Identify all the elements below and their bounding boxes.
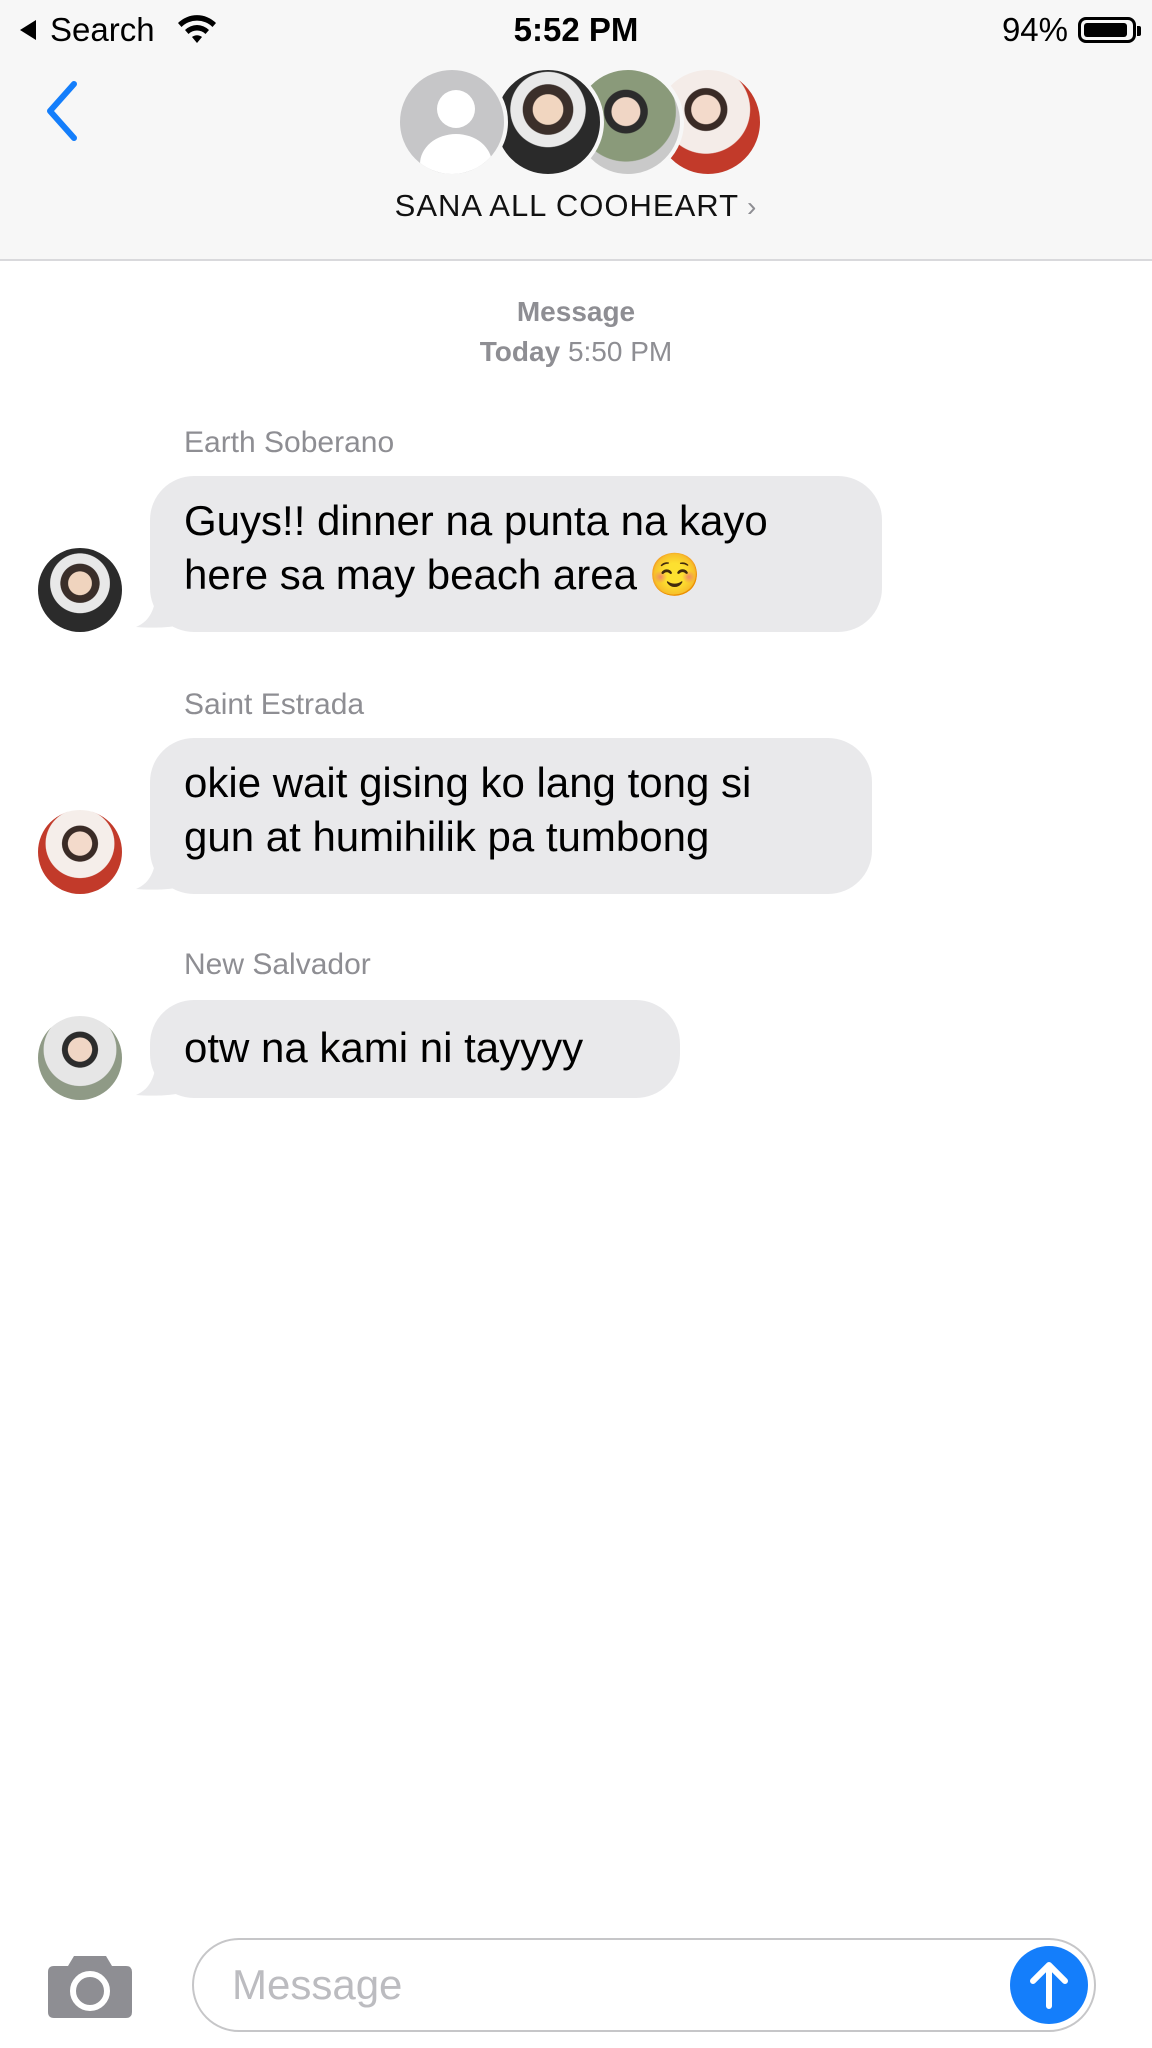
- message-input-placeholder: Message: [232, 1961, 403, 2008]
- message-line: okie wait gising ko lang tong si: [184, 759, 752, 806]
- conversation-timestamp: Message Today 5:50 PM: [0, 292, 1152, 372]
- battery-percent: 94%: [1001, 11, 1068, 48]
- group-title[interactable]: SANA ALL COOHEART ›: [0, 188, 1152, 224]
- group-title-text: SANA ALL COOHEART: [394, 188, 740, 223]
- sender-name: Saint Estrada: [184, 688, 365, 721]
- message-bubble[interactable]: otw na kami ni tayyyy: [150, 1000, 680, 1098]
- message-line: gun at humihilik pa tumbong: [184, 813, 710, 860]
- status-battery: 94%: [1001, 10, 1141, 50]
- avatar[interactable]: [38, 810, 122, 894]
- person-icon: [396, 66, 508, 178]
- battery-icon: [1078, 17, 1141, 43]
- arrow-up-icon: [1030, 1962, 1068, 2009]
- group-avatars[interactable]: [396, 66, 764, 178]
- avatar[interactable]: [38, 548, 122, 632]
- chevron-right-icon: ›: [747, 191, 758, 222]
- send-button[interactable]: [1010, 1946, 1088, 2024]
- message-input[interactable]: Message: [192, 1938, 1096, 2032]
- camera-icon[interactable]: [46, 1950, 134, 2020]
- timestamp-day: Today: [479, 336, 561, 367]
- message-line: otw na kami ni tayyyy: [184, 1024, 584, 1071]
- battery-tip: [1137, 26, 1141, 36]
- sender-name: Earth Soberano: [184, 426, 395, 459]
- chevron-left-icon[interactable]: [40, 78, 84, 144]
- person-head: [437, 90, 475, 128]
- avatar[interactable]: [38, 1016, 122, 1100]
- message-line: Guys!! dinner na punta na kayo: [184, 497, 768, 544]
- sender-name: New Salvador: [184, 948, 371, 981]
- status-time: 5:52 PM: [513, 11, 639, 48]
- battery-level-fill: [1084, 23, 1128, 37]
- messages-screen: Search 5:52 PM 94% SANA ALL COOHEART › M…: [0, 0, 1152, 2048]
- conversation-header: Search 5:52 PM 94% SANA ALL COOHEART ›: [0, 0, 1152, 261]
- message-bubble[interactable]: okie wait gising ko lang tong si gun at …: [150, 738, 872, 894]
- person-body: [420, 134, 492, 174]
- timestamp-time: 5:50 PM: [567, 336, 673, 367]
- message-line: here sa may beach area ☺️: [184, 551, 701, 598]
- avatar: [492, 66, 604, 178]
- service-label: Message: [516, 296, 636, 327]
- message-bubble[interactable]: Guys!! dinner na punta na kayo here sa m…: [150, 476, 882, 632]
